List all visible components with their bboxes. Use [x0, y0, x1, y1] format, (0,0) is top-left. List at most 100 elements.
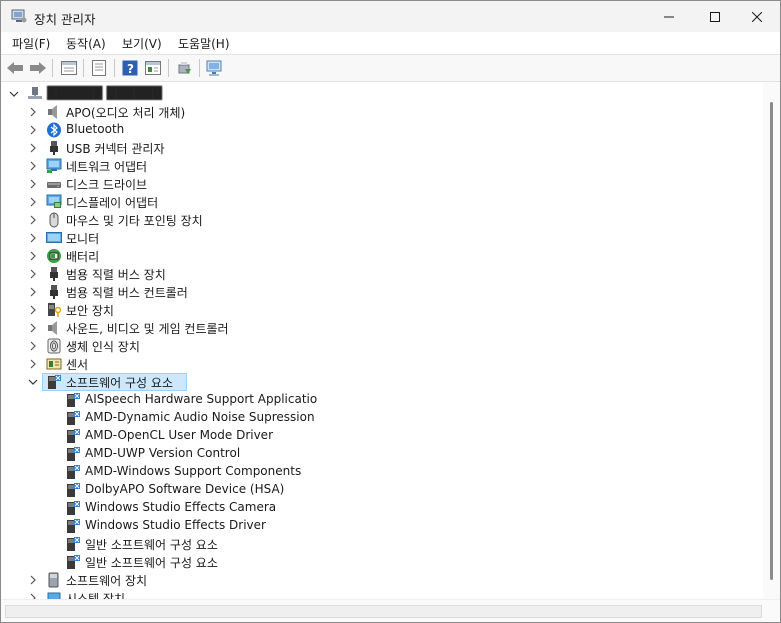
- tree-category-network[interactable]: 네트워크 어댑터: [1, 157, 761, 175]
- properties-pane-button[interactable]: [59, 58, 79, 78]
- tree-label: 배터리: [66, 250, 100, 264]
- tree-label: 소프트웨어 장치: [66, 574, 148, 588]
- tree-child-item[interactable]: AMD-OpenCL User Mode Driver: [1, 427, 761, 445]
- tree-category-disk[interactable]: 디스크 드라이브: [1, 175, 761, 193]
- help-button[interactable]: ?: [120, 58, 140, 78]
- tree-child-item[interactable]: Windows Studio Effects Camera: [1, 499, 761, 517]
- show-view-button[interactable]: [143, 58, 163, 78]
- tree-category-software-devices[interactable]: 소프트웨어 장치: [1, 571, 761, 589]
- minimize-button[interactable]: [646, 1, 692, 32]
- tree-label: AMD-OpenCL User Mode Driver: [85, 428, 273, 442]
- chevron-right-icon: [30, 125, 36, 135]
- toolbar-separator: [114, 59, 115, 77]
- tree-label: 생체 인식 장치: [66, 340, 140, 354]
- menu-help[interactable]: 도움말(H): [178, 35, 230, 52]
- tree-label: DolbyAPO Software Device (HSA): [85, 482, 285, 496]
- maximize-button[interactable]: [692, 1, 738, 32]
- update-driver-button[interactable]: [174, 58, 194, 78]
- tree-label: AMD-UWP Version Control: [85, 446, 241, 460]
- tree-label: 네트워크 어댑터: [66, 160, 148, 174]
- tree-label: 모니터: [66, 232, 100, 246]
- software-component-icon: [65, 518, 81, 534]
- chevron-right-icon: [30, 341, 36, 351]
- software-component-icon: [65, 500, 81, 516]
- help-icon: ?: [122, 60, 138, 76]
- tree-label: 소프트웨어 구성 요소: [66, 376, 173, 390]
- scan-hardware-button[interactable]: [205, 58, 225, 78]
- chevron-right-icon: [30, 161, 36, 171]
- monitor-icon: [46, 230, 62, 246]
- tree-child-item[interactable]: 일반 소프트웨어 구성 요소: [1, 535, 761, 553]
- speaker-icon: [46, 104, 62, 120]
- network-adapter-icon: [46, 158, 62, 174]
- chevron-right-icon: [30, 215, 36, 225]
- tree-label: Windows Studio Effects Driver: [85, 518, 266, 532]
- menu-view[interactable]: 보기(V): [122, 35, 162, 52]
- sound-icon: [46, 320, 62, 336]
- tree-category-usb-devices[interactable]: 범용 직렬 버스 장치: [1, 265, 761, 283]
- security-device-icon: [46, 302, 62, 318]
- tree-category-sound[interactable]: 사운드, 비디오 및 게임 컨트롤러: [1, 319, 761, 337]
- tree-category-display[interactable]: 디스플레이 어댑터: [1, 193, 761, 211]
- tree-child-item[interactable]: AISpeech Hardware Support Applicatio: [1, 391, 761, 409]
- list-view-button[interactable]: [89, 58, 109, 78]
- toolbar-separator: [168, 59, 169, 77]
- fingerprint-icon: [46, 338, 62, 354]
- chevron-right-icon: [30, 323, 36, 333]
- software-component-icon: [65, 428, 81, 444]
- tree-category-system-devices[interactable]: 시스템 장치: [1, 589, 761, 599]
- tree-child-item[interactable]: DolbyAPO Software Device (HSA): [1, 481, 761, 499]
- tree-category-biometric[interactable]: 생체 인식 장치: [1, 337, 761, 355]
- tree-category-usb-connector[interactable]: USB 커넥터 관리자: [1, 139, 761, 157]
- scan-hardware-icon: [206, 60, 222, 76]
- vertical-scroll-thumb[interactable]: [770, 102, 773, 580]
- tree-child-item[interactable]: 일반 소프트웨어 구성 요소: [1, 553, 761, 571]
- close-button[interactable]: [734, 1, 780, 32]
- chevron-right-icon: [30, 287, 36, 297]
- system-device-icon: [46, 590, 62, 599]
- tree-child-item[interactable]: Windows Studio Effects Driver: [1, 517, 761, 535]
- tree-category-software-components[interactable]: 소프트웨어 구성 요소: [1, 373, 761, 391]
- maximize-icon: [710, 11, 720, 22]
- usb-controller-icon: [46, 284, 62, 300]
- tree-root[interactable]: ██████ ██████: [1, 85, 761, 103]
- menu-action[interactable]: 동작(A): [66, 35, 106, 52]
- tree-category-battery[interactable]: 배터리: [1, 247, 761, 265]
- tree-category-sensor[interactable]: 센서: [1, 355, 761, 373]
- forward-icon: [30, 62, 46, 74]
- device-tree[interactable]: ██████ ██████ APO(오디오 처리 개체) Bluetooth U…: [1, 82, 763, 599]
- chevron-down-icon: [28, 379, 38, 385]
- vertical-scrollbar[interactable]: [763, 82, 780, 599]
- tree-category-monitor[interactable]: 모니터: [1, 229, 761, 247]
- battery-icon: [46, 248, 62, 264]
- mouse-icon: [46, 212, 62, 228]
- tree-category-security[interactable]: 보안 장치: [1, 301, 761, 319]
- disk-drive-icon: [46, 176, 62, 192]
- toolbar: ?: [1, 55, 780, 82]
- tree-category-apo[interactable]: APO(오디오 처리 개체): [1, 103, 761, 121]
- horizontal-scroll-thumb[interactable]: [5, 605, 762, 618]
- horizontal-scrollbar[interactable]: [1, 599, 780, 622]
- chevron-right-icon: [30, 269, 36, 279]
- software-component-icon: [65, 446, 81, 462]
- tree-label: 디스플레이 어댑터: [66, 196, 159, 210]
- software-device-icon: [46, 572, 62, 588]
- tree-category-bluetooth[interactable]: Bluetooth: [1, 121, 761, 139]
- back-icon: [7, 62, 23, 74]
- menu-file[interactable]: 파일(F): [12, 35, 50, 52]
- tree-category-mouse[interactable]: 마우스 및 기타 포인팅 장치: [1, 211, 761, 229]
- chevron-right-icon: [30, 233, 36, 243]
- toolbar-separator: [52, 59, 53, 77]
- tree-label: Windows Studio Effects Camera: [85, 500, 277, 514]
- device-manager-window: 장치 관리자 파일(F) 동작(A) 보기(V) 도움말(H) ? ██████…: [0, 0, 781, 623]
- tree-child-item[interactable]: AMD-Windows Support Components: [1, 463, 761, 481]
- tree-label: 사운드, 비디오 및 게임 컨트롤러: [66, 322, 229, 336]
- chevron-right-icon: [30, 305, 36, 315]
- tree-child-item[interactable]: AMD-Dynamic Audio Noise Supression: [1, 409, 761, 427]
- tree-label: 보안 장치: [66, 304, 114, 318]
- tree-child-item[interactable]: AMD-UWP Version Control: [1, 445, 761, 463]
- tree-category-usb-controllers[interactable]: 범용 직렬 버스 컨트롤러: [1, 283, 761, 301]
- back-button[interactable]: [5, 58, 25, 78]
- forward-button[interactable]: [28, 58, 48, 78]
- title-bar[interactable]: 장치 관리자: [1, 1, 780, 32]
